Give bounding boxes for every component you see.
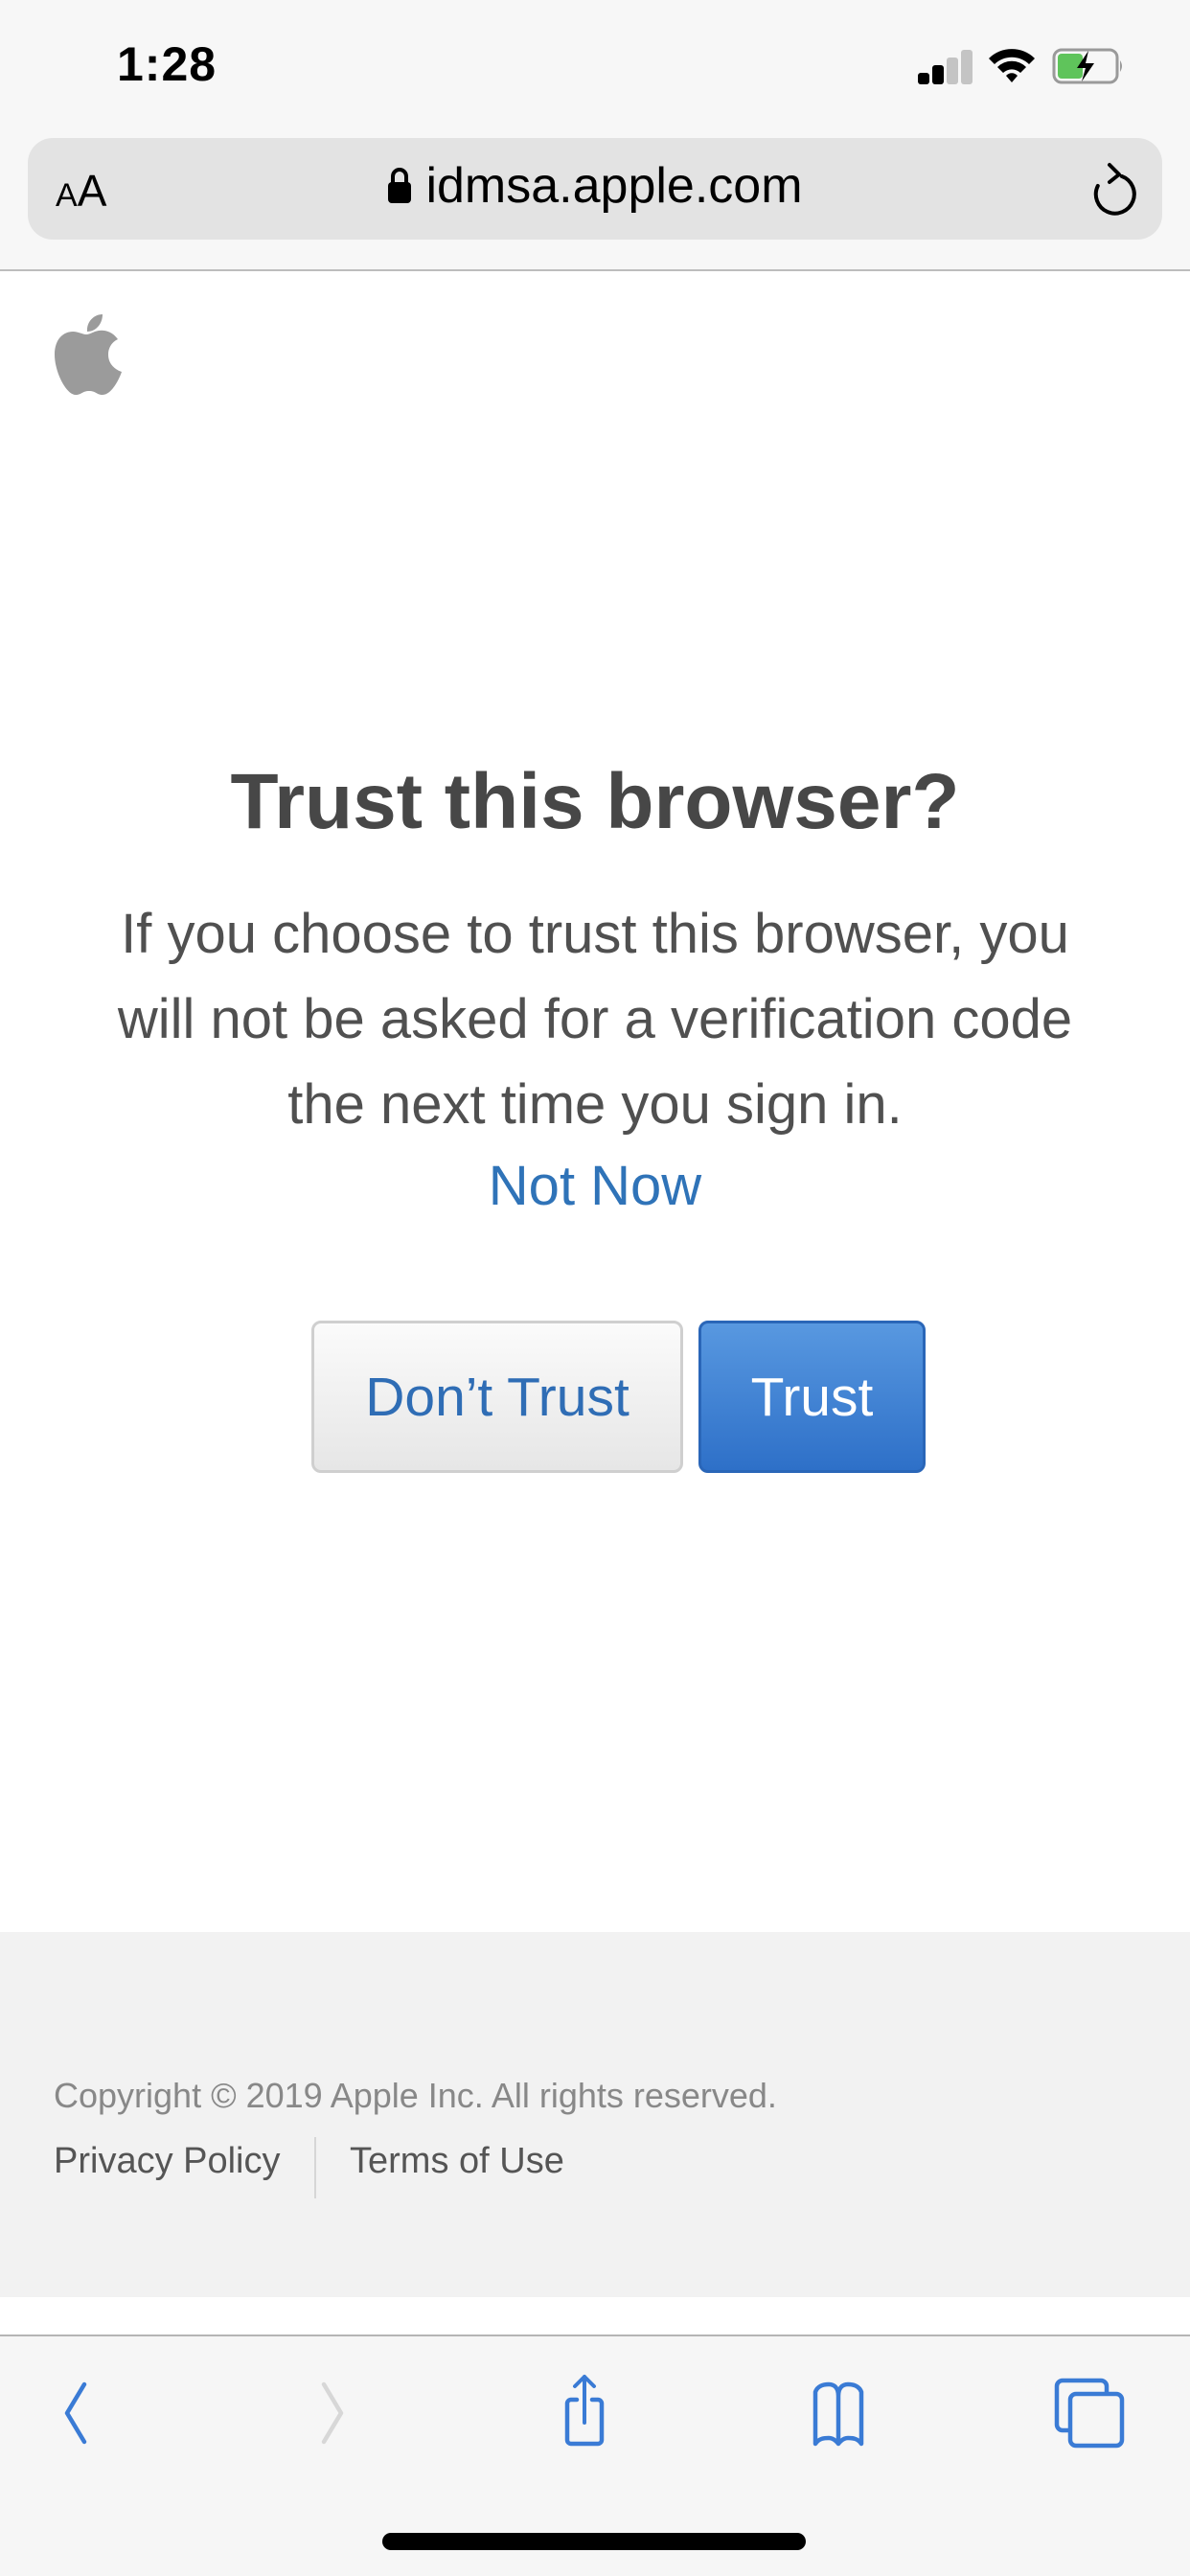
- share-icon[interactable]: [546, 2373, 623, 2450]
- lock-icon: [388, 168, 412, 204]
- header-divider: [0, 269, 1190, 271]
- forward-icon: [321, 2381, 344, 2445]
- back-icon[interactable]: [38, 2373, 115, 2450]
- bookmarks-icon[interactable]: [800, 2373, 877, 2450]
- url-display[interactable]: idmsa.apple.com: [0, 157, 1190, 215]
- page-title: Trust this browser?: [230, 758, 960, 845]
- dont-trust-button[interactable]: Don’t Trust: [311, 1321, 683, 1473]
- tabs-icon[interactable]: [1051, 2373, 1128, 2450]
- cellular-signal-icon: [918, 50, 973, 84]
- url-text: idmsa.apple.com: [425, 158, 803, 214]
- battery-charging-icon: [1052, 48, 1122, 84]
- status-time: 1:28: [117, 37, 217, 91]
- wifi-icon: [989, 49, 1035, 82]
- footer-link-separator: [314, 2137, 316, 2198]
- copyright-text: Copyright © 2019 Apple Inc. All rights r…: [54, 2076, 777, 2115]
- signal-bar: [918, 73, 929, 84]
- trust-description: If you choose to trust this browser, you…: [117, 903, 1073, 1136]
- home-indicator[interactable]: [382, 2533, 806, 2550]
- trust-button[interactable]: Trust: [698, 1321, 926, 1473]
- not-now-link[interactable]: Not Now: [0, 1154, 1190, 1218]
- signal-bar: [932, 65, 944, 84]
- reload-icon[interactable]: [1087, 161, 1140, 218]
- signal-bar: [947, 58, 958, 84]
- terms-of-use-link[interactable]: Terms of Use: [350, 2141, 564, 2182]
- apple-logo-icon: [55, 314, 122, 395]
- privacy-policy-link[interactable]: Privacy Policy: [54, 2141, 281, 2182]
- signal-bar: [961, 50, 973, 84]
